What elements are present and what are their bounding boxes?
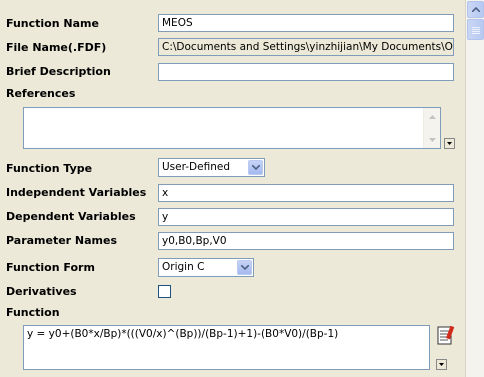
- function-type-select[interactable]: User-Defined: [158, 158, 265, 177]
- scrollbar-thumb[interactable]: [467, 19, 484, 40]
- dependent-variables-label: Dependent Variables: [6, 210, 136, 223]
- chevron-down-icon[interactable]: [248, 160, 263, 175]
- references-label: References: [6, 87, 76, 100]
- references-scrollbar[interactable]: [423, 108, 440, 148]
- fitting-function-form: Function Name MEOS File Name(.FDF) C:\Do…: [0, 0, 465, 377]
- references-expand-button[interactable]: [444, 138, 455, 149]
- scroll-up-button[interactable]: [467, 1, 484, 18]
- dependent-variables-field[interactable]: y: [158, 208, 454, 226]
- brief-description-label: Brief Description: [6, 65, 111, 78]
- function-form-select[interactable]: Origin C: [158, 258, 254, 277]
- function-expand-button[interactable]: [436, 359, 447, 370]
- chevron-down-icon: [439, 363, 444, 366]
- references-textarea[interactable]: [23, 107, 441, 149]
- chevron-down-icon: [447, 142, 452, 145]
- function-type-label: Function Type: [6, 162, 93, 175]
- derivatives-label: Derivatives: [6, 285, 77, 298]
- independent-variables-label: Independent Variables: [6, 186, 147, 199]
- file-name-label: File Name(.FDF): [6, 41, 107, 54]
- brief-description-field[interactable]: [158, 63, 454, 81]
- function-name-field[interactable]: MEOS: [158, 14, 454, 32]
- function-textarea[interactable]: y = y0+(B0*x/Bp)*(((V0/x)^(Bp))/(Bp-1)+1…: [23, 325, 430, 370]
- scroll-up-arrow-icon[interactable]: [425, 109, 440, 124]
- derivatives-checkbox[interactable]: [158, 285, 171, 298]
- function-text: y = y0+(B0*x/Bp)*(((V0/x)^(Bp))/(Bp-1)+1…: [27, 328, 339, 340]
- scroll-up-arrow-icon: [471, 7, 480, 12]
- chevron-down-icon[interactable]: [237, 260, 252, 275]
- function-type-value: User-Defined: [162, 161, 230, 173]
- function-label: Function: [6, 306, 60, 319]
- scroll-down-arrow-icon[interactable]: [425, 132, 440, 147]
- parameter-names-label: Parameter Names: [6, 234, 118, 247]
- file-name-field[interactable]: C:\Documents and Settings\yinzhijian\My …: [158, 38, 454, 56]
- code-editor-icon[interactable]: [434, 325, 456, 347]
- panel-scrollbar[interactable]: [465, 0, 484, 377]
- function-form-label: Function Form: [6, 261, 95, 274]
- parameter-names-field[interactable]: y0,B0,Bp,V0: [158, 232, 454, 250]
- function-form-value: Origin C: [162, 261, 205, 273]
- function-name-label: Function Name: [6, 17, 99, 30]
- independent-variables-field[interactable]: x: [158, 184, 454, 202]
